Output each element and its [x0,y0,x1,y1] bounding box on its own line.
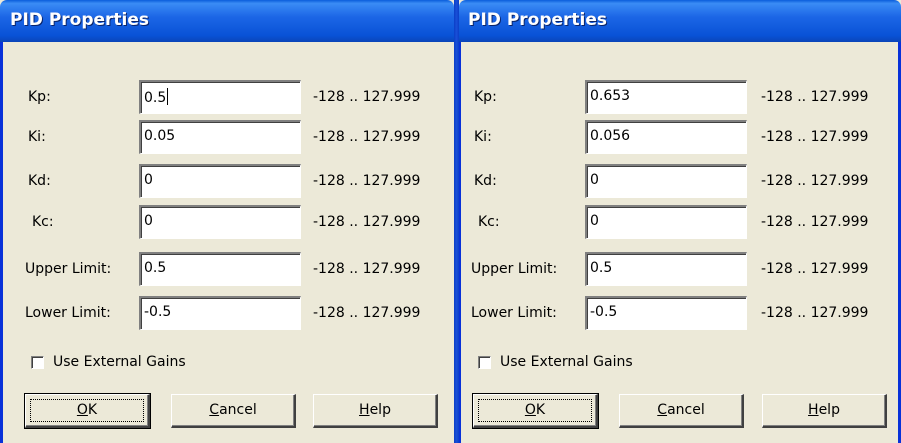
kp-input[interactable]: 0.653 [585,80,747,114]
kc-label: Kc: [32,214,54,230]
kd-label: Kd: [28,173,51,189]
ki-input[interactable]: 0.05 [139,120,301,154]
ki-label: Ki: [474,129,492,145]
help-button[interactable]: Help [762,394,887,428]
ki-range: -128 .. 127.999 [761,129,869,145]
use-external-gains-label: Use External Gains [53,354,186,370]
ok-button[interactable]: OK [24,393,151,429]
kp-range: -128 .. 127.999 [761,89,869,105]
lower-limit-input[interactable]: -0.5 [139,296,301,330]
ki-label: Ki: [28,129,46,145]
lower-limit-row: Lower Limit: -0.5 -128 .. 127.999 [0,296,454,330]
kp-label: Kp: [474,89,497,105]
kd-row: Kd: 0 -128 .. 127.999 [0,164,454,198]
kc-range: -128 .. 127.999 [313,214,421,230]
kp-range: -128 .. 127.999 [313,89,421,105]
lower-limit-label: Lower Limit: [471,305,557,321]
kp-row: Kp: 0.5 -128 .. 127.999 [0,80,454,114]
help-button[interactable]: Help [313,394,438,428]
cancel-button[interactable]: Cancel [171,394,296,428]
kd-input[interactable]: 0 [585,164,747,198]
text-caret [167,88,169,105]
upper-limit-range: -128 .. 127.999 [761,261,869,277]
kd-range: -128 .. 127.999 [761,173,869,189]
kd-input[interactable]: 0 [139,164,301,198]
lower-limit-range: -128 .. 127.999 [761,305,869,321]
kc-row: Kc: 0 -128 .. 127.999 [459,205,901,239]
pid-properties-dialog-left: PID Properties Kp: 0.5 -128 .. 127.999 K… [0,0,454,443]
ki-range: -128 .. 127.999 [313,129,421,145]
lower-limit-input[interactable]: -0.5 [585,296,747,330]
use-external-gains-label: Use External Gains [500,354,633,370]
ki-row: Ki: 0.05 -128 .. 127.999 [0,120,454,154]
ki-row: Ki: 0.056 -128 .. 127.999 [459,120,901,154]
kc-input[interactable]: 0 [585,205,747,239]
kc-row: Kc: 0 -128 .. 127.999 [0,205,454,239]
upper-limit-label: Upper Limit: [471,261,558,277]
ok-button[interactable]: OK [472,393,599,429]
ki-input[interactable]: 0.056 [585,120,747,154]
upper-limit-input[interactable]: 0.5 [585,252,747,286]
kd-label: Kd: [474,173,497,189]
upper-limit-label: Upper Limit: [25,261,112,277]
lower-limit-row: Lower Limit: -0.5 -128 .. 127.999 [459,296,901,330]
kc-input[interactable]: 0 [139,205,301,239]
kp-row: Kp: 0.653 -128 .. 127.999 [459,80,901,114]
use-external-gains-checkbox[interactable] [31,356,44,369]
upper-limit-input[interactable]: 0.5 [139,252,301,286]
pid-properties-dialog-right: PID Properties Kp: 0.653 -128 .. 127.999… [459,0,901,443]
lower-limit-label: Lower Limit: [25,305,111,321]
title-bar[interactable]: PID Properties [459,0,901,42]
use-external-gains-checkbox[interactable] [478,356,491,369]
kd-range: -128 .. 127.999 [313,173,421,189]
upper-limit-row: Upper Limit: 0.5 -128 .. 127.999 [459,252,901,286]
kc-label: Kc: [478,214,500,230]
upper-limit-row: Upper Limit: 0.5 -128 .. 127.999 [0,252,454,286]
kd-row: Kd: 0 -128 .. 127.999 [459,164,901,198]
kp-label: Kp: [28,89,51,105]
dialog-title: PID Properties [10,10,150,30]
cancel-button[interactable]: Cancel [619,394,744,428]
title-bar[interactable]: PID Properties [0,0,454,42]
kc-range: -128 .. 127.999 [761,214,869,230]
upper-limit-range: -128 .. 127.999 [313,261,421,277]
dialog-title: PID Properties [468,10,608,30]
kp-input[interactable]: 0.5 [139,80,301,114]
lower-limit-range: -128 .. 127.999 [313,305,421,321]
